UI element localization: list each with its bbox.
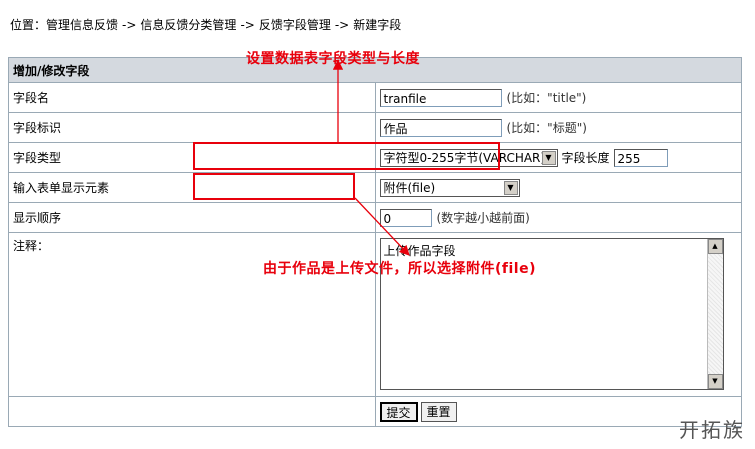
field-title-label: 字段标识 xyxy=(8,112,376,143)
annotation-box-input-element xyxy=(193,173,355,200)
input-element-select[interactable]: 附件(file) ▼ xyxy=(379,178,520,197)
breadcrumb-current: 新建字段 xyxy=(353,18,402,32)
breadcrumb-link-fields[interactable]: 反馈字段管理 xyxy=(259,18,331,32)
chevron-down-icon[interactable]: ▼ xyxy=(503,180,518,195)
field-title-input[interactable]: 作品 xyxy=(379,118,502,137)
display-order-input[interactable]: 0 xyxy=(379,208,432,227)
scroll-up-icon[interactable]: ▲ xyxy=(707,239,723,254)
breadcrumb-separator: -> xyxy=(334,18,350,32)
display-order-label: 显示顺序 xyxy=(8,202,376,233)
chevron-down-icon[interactable]: ▼ xyxy=(541,150,556,165)
scroll-down-icon[interactable]: ▼ xyxy=(707,374,723,389)
field-name-hint: (比如："title") xyxy=(506,91,587,105)
field-name-label: 字段名 xyxy=(8,82,376,113)
submit-button[interactable]: 提交 xyxy=(379,401,418,422)
breadcrumb-link-category[interactable]: 信息反馈分类管理 xyxy=(140,18,236,32)
annotation-box-field-type xyxy=(193,142,500,170)
input-element-value: 附件(file) xyxy=(383,180,436,195)
row-input-element: 输入表单显示元素 附件(file) ▼ xyxy=(8,172,742,203)
breadcrumb-separator: -> xyxy=(240,18,255,32)
row-field-name: 字段名 tranfile (比如："title") xyxy=(8,82,742,113)
field-length-input[interactable]: 255 xyxy=(613,148,668,167)
annotation-bottom: 由于作品是上传文件，所以选择附件(file) xyxy=(263,261,536,277)
row-field-title: 字段标识 作品 (比如："标题") xyxy=(8,112,742,143)
field-name-input[interactable]: tranfile xyxy=(379,88,502,107)
annotation-top: 设置数据表字段类型与长度 xyxy=(246,51,420,67)
row-display-order: 显示顺序 0 (数字越小越前面) xyxy=(8,202,742,233)
empty-cell xyxy=(8,396,376,427)
breadcrumb-link-feedback[interactable]: 管理信息反馈 xyxy=(46,18,118,32)
field-title-hint: (比如："标题") xyxy=(506,121,587,135)
notes-scrollbar[interactable]: ▲ ▼ xyxy=(706,239,723,389)
reset-button[interactable]: 重置 xyxy=(420,401,457,422)
breadcrumb-separator: -> xyxy=(122,18,137,32)
breadcrumb: 位置：管理信息反馈 -> 信息反馈分类管理 -> 反馈字段管理 -> 新建字段 xyxy=(10,16,401,33)
notes-text: 上传作品字段 xyxy=(383,244,456,258)
field-length-label: 字段长度 xyxy=(561,151,610,165)
watermark: 开拓族 xyxy=(679,418,745,442)
field-form-table: 增加/修改字段 字段名 tranfile (比如："title") 字段标识 作品… xyxy=(8,57,742,427)
display-order-hint: (数字越小越前面) xyxy=(436,211,530,225)
row-buttons: 提交 重置 xyxy=(8,396,742,427)
breadcrumb-prefix: 位置： xyxy=(10,18,47,32)
